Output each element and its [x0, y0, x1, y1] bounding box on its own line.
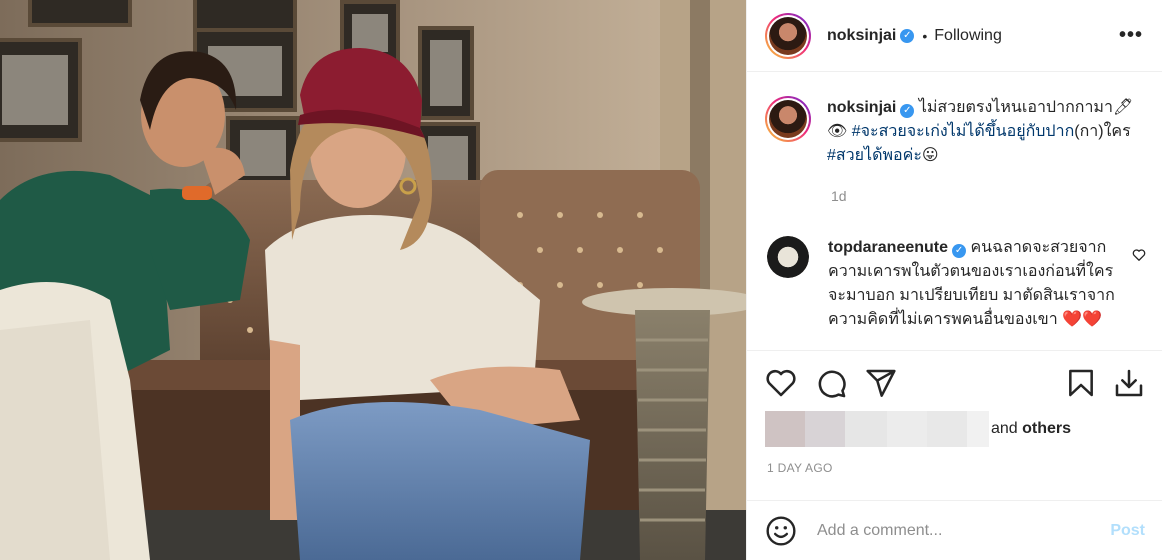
tongue-emoji-icon: 😛: [921, 147, 939, 164]
caption-username[interactable]: noksinjai: [827, 99, 896, 116]
post-comment-button[interactable]: Post: [1110, 522, 1145, 540]
commenter-verified-badge-icon: ✓: [952, 244, 967, 258]
commenter-avatar[interactable]: [767, 236, 809, 278]
caption-timestamp[interactable]: 1d: [831, 188, 847, 204]
post-details-panel: noksinjai ✓ • Following ••• noksinjai ✓ ไ…: [746, 0, 1162, 560]
author-avatar[interactable]: [765, 12, 811, 59]
post-photo[interactable]: [0, 0, 746, 560]
liked-by-blurred-4: [887, 411, 927, 447]
caption-line1: ไม่สวยตรงไหนเอาปากกามา🖊: [918, 99, 1134, 116]
heart-icon[interactable]: [765, 367, 797, 399]
more-options-icon[interactable]: •••: [1119, 24, 1143, 47]
post-date[interactable]: 1 DAY AGO: [767, 461, 833, 475]
post-header: noksinjai ✓ • Following •••: [747, 0, 1162, 72]
liked-by-blurred-2: [805, 411, 845, 447]
liked-by-blurred-6: [967, 411, 989, 447]
author-avatar-image: [769, 16, 807, 55]
eye-emoji-icon: 👁: [827, 123, 848, 140]
post-photo-illustration: [0, 0, 746, 560]
caption-author-avatar[interactable]: [765, 96, 811, 142]
action-bar: and others 1 DAY AGO: [747, 350, 1162, 500]
caption-line2-rest: (กา)ใคร: [1074, 123, 1131, 140]
add-comment-bar: Post: [747, 500, 1162, 560]
hearts-emoji-icon: ❤️❤️: [1062, 311, 1102, 328]
comment-item: topdaraneenute ✓ คนฉลาดจะสวยจากความเคารพใ…: [765, 236, 1155, 332]
author-username[interactable]: noksinjai: [827, 27, 896, 45]
like-comment-heart-icon[interactable]: [1132, 248, 1146, 266]
caption-text: noksinjai ✓ ไม่สวยตรงไหนเอาปากกามา🖊 👁 #จะ…: [827, 96, 1145, 168]
likes-and-others[interactable]: and others: [991, 420, 1071, 438]
commenter-username[interactable]: topdaraneenute: [828, 239, 948, 256]
follow-status-button[interactable]: Following: [934, 27, 1002, 45]
caption: noksinjai ✓ ไม่สวยตรงไหนเอาปากกามา🖊 👁 #จะ…: [765, 96, 1145, 168]
others-link[interactable]: others: [1022, 420, 1071, 437]
likes-summary[interactable]: and others: [765, 411, 1071, 447]
comment-text: topdaraneenute ✓ คนฉลาดจะสวยจากความเคารพใ…: [828, 236, 1118, 332]
hashtag-link-1[interactable]: #จะสวยจะเก่งไม่ได้ขึ้นอยู่กับปาก: [852, 123, 1075, 140]
header-separator: •: [922, 27, 928, 44]
download-icon[interactable]: [1113, 367, 1145, 399]
hashtag-link-2[interactable]: #สวยได้พอค่ะ: [827, 147, 922, 164]
share-icon[interactable]: [865, 367, 897, 399]
caption-verified-badge-icon: ✓: [900, 104, 915, 118]
emoji-picker-icon[interactable]: [765, 515, 797, 547]
liked-by-blurred-3: [845, 411, 887, 447]
bookmark-icon[interactable]: [1065, 367, 1097, 399]
verified-badge-icon: ✓: [900, 28, 915, 43]
add-comment-input[interactable]: [817, 521, 1087, 540]
liked-by-blurred-5: [927, 411, 967, 447]
caption-avatar-image: [769, 100, 807, 138]
comment-icon[interactable]: [815, 367, 847, 399]
liked-by-blurred-1: [765, 411, 805, 447]
